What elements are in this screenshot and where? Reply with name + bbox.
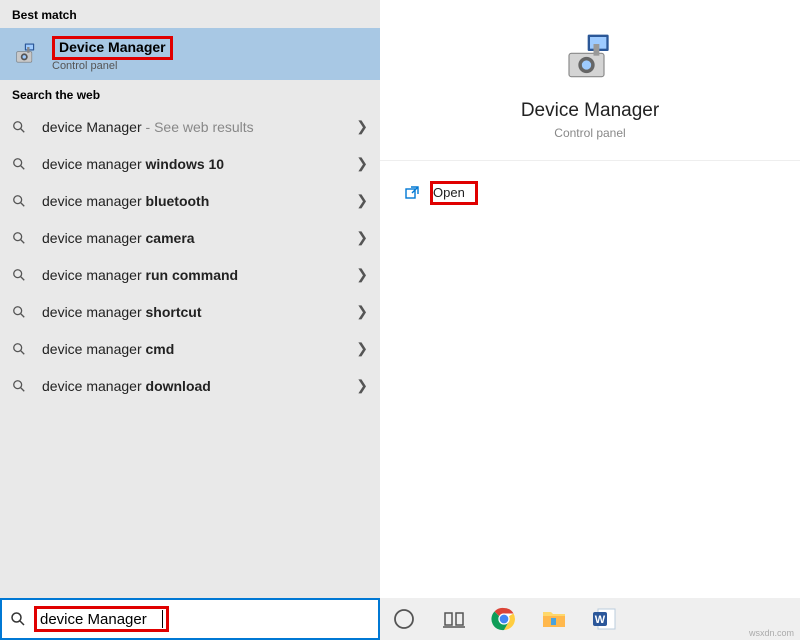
web-result-label: device manager run command <box>42 267 356 283</box>
chevron-right-icon: ❯ <box>356 377 368 394</box>
web-result-item[interactable]: device manager camera❯ <box>0 219 380 256</box>
search-icon <box>12 157 28 171</box>
chevron-right-icon: ❯ <box>356 155 368 172</box>
web-result-item[interactable]: device Manager - See web results❯ <box>0 108 380 145</box>
watermark: wsxdn.com <box>749 628 794 638</box>
search-icon <box>12 305 28 319</box>
search-icon <box>12 379 28 393</box>
chevron-right-icon: ❯ <box>356 340 368 357</box>
search-web-header: Search the web <box>0 80 380 108</box>
web-result-item[interactable]: device manager shortcut❯ <box>0 293 380 330</box>
best-match-subtitle: Control panel <box>52 60 173 72</box>
highlight-box-open: Open <box>430 181 478 205</box>
best-match-title: Device Manager <box>59 39 166 55</box>
web-result-label: device manager download <box>42 378 356 394</box>
search-bar[interactable] <box>0 598 380 640</box>
open-action[interactable]: Open <box>400 175 780 211</box>
chrome-icon[interactable] <box>490 605 518 633</box>
open-label: Open <box>433 185 465 200</box>
web-result-item[interactable]: device manager cmd❯ <box>0 330 380 367</box>
search-icon <box>10 611 26 627</box>
web-result-label: device Manager - See web results <box>42 119 356 135</box>
search-icon <box>12 231 28 245</box>
chevron-right-icon: ❯ <box>356 118 368 135</box>
best-match-item[interactable]: Device Manager Control panel <box>0 28 380 80</box>
device-manager-icon <box>562 30 618 86</box>
web-result-label: device manager cmd <box>42 341 356 357</box>
word-icon[interactable]: W <box>590 605 618 633</box>
web-result-item[interactable]: device manager windows 10❯ <box>0 145 380 182</box>
web-result-label: device manager bluetooth <box>42 193 356 209</box>
taskbar: W <box>380 598 800 640</box>
search-icon <box>12 342 28 356</box>
device-manager-icon <box>12 40 40 68</box>
best-match-header: Best match <box>0 0 380 28</box>
task-view-icon[interactable] <box>440 605 468 633</box>
cortana-icon[interactable] <box>390 605 418 633</box>
search-icon <box>12 194 28 208</box>
highlight-box-search <box>34 606 169 632</box>
text-caret <box>162 610 163 628</box>
chevron-right-icon: ❯ <box>356 303 368 320</box>
web-result-label: device manager windows 10 <box>42 156 356 172</box>
web-result-item[interactable]: device manager run command❯ <box>0 256 380 293</box>
chevron-right-icon: ❯ <box>356 266 368 283</box>
web-results-list: device Manager - See web results❯device … <box>0 108 380 598</box>
web-result-item[interactable]: device manager bluetooth❯ <box>0 182 380 219</box>
svg-text:W: W <box>595 614 606 626</box>
search-results-panel: Best match Device Manager Control panel … <box>0 0 380 598</box>
search-input[interactable] <box>40 611 160 628</box>
open-icon <box>404 185 420 201</box>
web-result-label: device manager camera <box>42 230 356 246</box>
highlight-box-title: Device Manager <box>52 36 173 60</box>
web-result-label: device manager shortcut <box>42 304 356 320</box>
search-icon <box>12 120 28 134</box>
search-icon <box>12 268 28 282</box>
detail-subtitle: Control panel <box>380 126 800 140</box>
web-result-item[interactable]: device manager download❯ <box>0 367 380 404</box>
chevron-right-icon: ❯ <box>356 229 368 246</box>
detail-panel: Device Manager Control panel Open <box>380 0 800 598</box>
file-explorer-icon[interactable] <box>540 605 568 633</box>
chevron-right-icon: ❯ <box>356 192 368 209</box>
detail-title: Device Manager <box>380 100 800 122</box>
